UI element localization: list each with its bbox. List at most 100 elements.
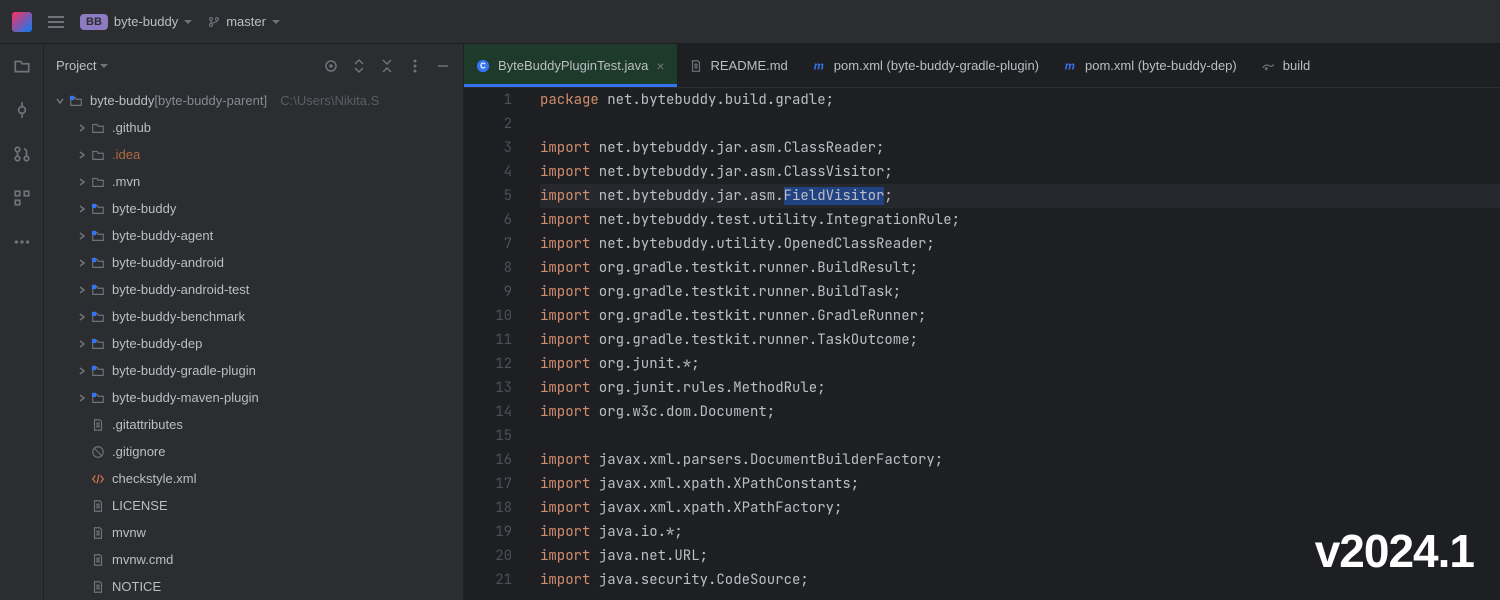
code-line[interactable]: import javax.xml.xpath.XPathFactory; [540, 496, 1500, 520]
code-line[interactable]: import net.bytebuddy.jar.asm.FieldVisito… [540, 184, 1500, 208]
tree-item-label: mvnw [112, 525, 146, 540]
code-line[interactable]: import net.bytebuddy.test.utility.Integr… [540, 208, 1500, 232]
project-panel-header: Project [44, 44, 463, 87]
editor-tab[interactable]: build [1249, 44, 1322, 87]
line-number: 15 [464, 424, 512, 448]
project-selector[interactable]: BB byte-buddy [80, 14, 192, 30]
code-line[interactable]: import net.bytebuddy.utility.OpenedClass… [540, 232, 1500, 256]
tree-item[interactable]: .gitattributes [44, 411, 463, 438]
tree-item[interactable]: byte-buddy-maven-plugin [44, 384, 463, 411]
branch-icon [208, 16, 220, 28]
tree-item-label: NOTICE [112, 579, 161, 594]
editor-tab[interactable]: mpom.xml (byte-buddy-gradle-plugin) [800, 44, 1051, 87]
panel-title[interactable]: Project [56, 58, 319, 73]
tree-item[interactable]: LICENSE [44, 492, 463, 519]
tree-root[interactable]: byte-buddy [byte-buddy-parent] C:\Users\… [44, 87, 463, 114]
code-line[interactable]: import org.gradle.testkit.runner.BuildRe… [540, 256, 1500, 280]
tree-item[interactable]: byte-buddy-android-test [44, 276, 463, 303]
code-line[interactable]: import org.w3c.dom.Document; [540, 400, 1500, 424]
tree-item-label: LICENSE [112, 498, 168, 513]
close-icon[interactable]: × [656, 58, 664, 74]
tree-item-label: byte-buddy-android [112, 255, 224, 270]
line-number: 7 [464, 232, 512, 256]
chevron-down-icon [272, 20, 280, 24]
version-watermark: v2024.1 [1315, 524, 1474, 578]
tab-label: pom.xml (byte-buddy-gradle-plugin) [834, 58, 1039, 73]
tree-item[interactable]: byte-buddy-android [44, 249, 463, 276]
folder-icon [90, 121, 106, 135]
chevron-right-icon [74, 339, 90, 349]
code-line[interactable]: import org.gradle.testkit.runner.TaskOut… [540, 328, 1500, 352]
tree-item[interactable]: .github [44, 114, 463, 141]
tree-item-label: mvnw.cmd [112, 552, 173, 567]
tab-label: README.md [711, 58, 788, 73]
code-line[interactable]: import org.gradle.testkit.runner.GradleR… [540, 304, 1500, 328]
editor-tab[interactable]: CByteBuddyPluginTest.java× [464, 44, 677, 87]
module-icon [90, 202, 106, 216]
panel-options-button[interactable] [407, 58, 423, 74]
code-line[interactable] [540, 112, 1500, 136]
tree-item[interactable]: byte-buddy-dep [44, 330, 463, 357]
code-line[interactable]: import net.bytebuddy.jar.asm.ClassVisito… [540, 160, 1500, 184]
project-panel: Project byte-buddy [byte-buddy-parent] C… [44, 44, 464, 600]
chevron-right-icon [74, 231, 90, 241]
tree-item-label: .idea [112, 147, 140, 162]
line-number: 11 [464, 328, 512, 352]
code-line[interactable]: import org.junit.*; [540, 352, 1500, 376]
code-line[interactable]: import javax.xml.xpath.XPathConstants; [540, 472, 1500, 496]
svg-text:m: m [1065, 60, 1075, 72]
line-number: 12 [464, 352, 512, 376]
project-tree[interactable]: byte-buddy [byte-buddy-parent] C:\Users\… [44, 87, 463, 600]
textfile-icon [90, 553, 106, 567]
chevron-right-icon [74, 258, 90, 268]
tree-item[interactable]: .mvn [44, 168, 463, 195]
code-line[interactable]: import javax.xml.parsers.DocumentBuilder… [540, 448, 1500, 472]
tree-item[interactable]: byte-buddy-gradle-plugin [44, 357, 463, 384]
chevron-right-icon [74, 123, 90, 133]
expand-all-button[interactable] [351, 58, 367, 74]
code-line[interactable] [540, 424, 1500, 448]
line-number: 20 [464, 544, 512, 568]
pull-requests-tool-icon[interactable] [12, 144, 32, 164]
select-opened-file-button[interactable] [323, 58, 339, 74]
line-number: 13 [464, 376, 512, 400]
app-icon [12, 12, 32, 32]
project-tool-icon[interactable] [12, 56, 32, 76]
code-line[interactable]: package net.bytebuddy.build.gradle; [540, 88, 1500, 112]
main-menu-button[interactable] [48, 16, 64, 28]
tree-item[interactable]: checkstyle.xml [44, 465, 463, 492]
project-name: byte-buddy [114, 14, 178, 29]
tree-item[interactable]: mvnw.cmd [44, 546, 463, 573]
branch-selector[interactable]: master [208, 14, 280, 29]
tree-item-label: byte-buddy-dep [112, 336, 202, 351]
code-line[interactable]: import net.bytebuddy.jar.asm.ClassReader… [540, 136, 1500, 160]
tree-item[interactable]: byte-buddy [44, 195, 463, 222]
editor-tab[interactable]: mpom.xml (byte-buddy-dep) [1051, 44, 1249, 87]
branch-name: master [226, 14, 266, 29]
titlebar: BB byte-buddy master [0, 0, 1500, 44]
line-number: 19 [464, 520, 512, 544]
line-number: 5 [464, 184, 512, 208]
line-number: 21 [464, 568, 512, 592]
folder-icon [90, 148, 106, 162]
code-line[interactable]: import org.junit.rules.MethodRule; [540, 376, 1500, 400]
editor-tabs: CByteBuddyPluginTest.java×README.mdmpom.… [464, 44, 1500, 88]
tree-item[interactable]: byte-buddy-benchmark [44, 303, 463, 330]
editor-tab[interactable]: README.md [677, 44, 800, 87]
code-line[interactable]: import org.gradle.testkit.runner.BuildTa… [540, 280, 1500, 304]
line-number: 10 [464, 304, 512, 328]
line-number: 3 [464, 136, 512, 160]
tree-item[interactable]: .idea [44, 141, 463, 168]
collapse-all-button[interactable] [379, 58, 395, 74]
more-tool-icon[interactable] [12, 232, 32, 252]
chevron-right-icon [74, 285, 90, 295]
tree-item[interactable]: mvnw [44, 519, 463, 546]
tool-rail [0, 44, 44, 600]
commit-tool-icon[interactable] [12, 100, 32, 120]
tree-item[interactable]: .gitignore [44, 438, 463, 465]
tree-item[interactable]: byte-buddy-agent [44, 222, 463, 249]
tree-item[interactable]: NOTICE [44, 573, 463, 600]
chevron-right-icon [74, 312, 90, 322]
structure-tool-icon[interactable] [12, 188, 32, 208]
hide-panel-button[interactable] [435, 58, 451, 74]
